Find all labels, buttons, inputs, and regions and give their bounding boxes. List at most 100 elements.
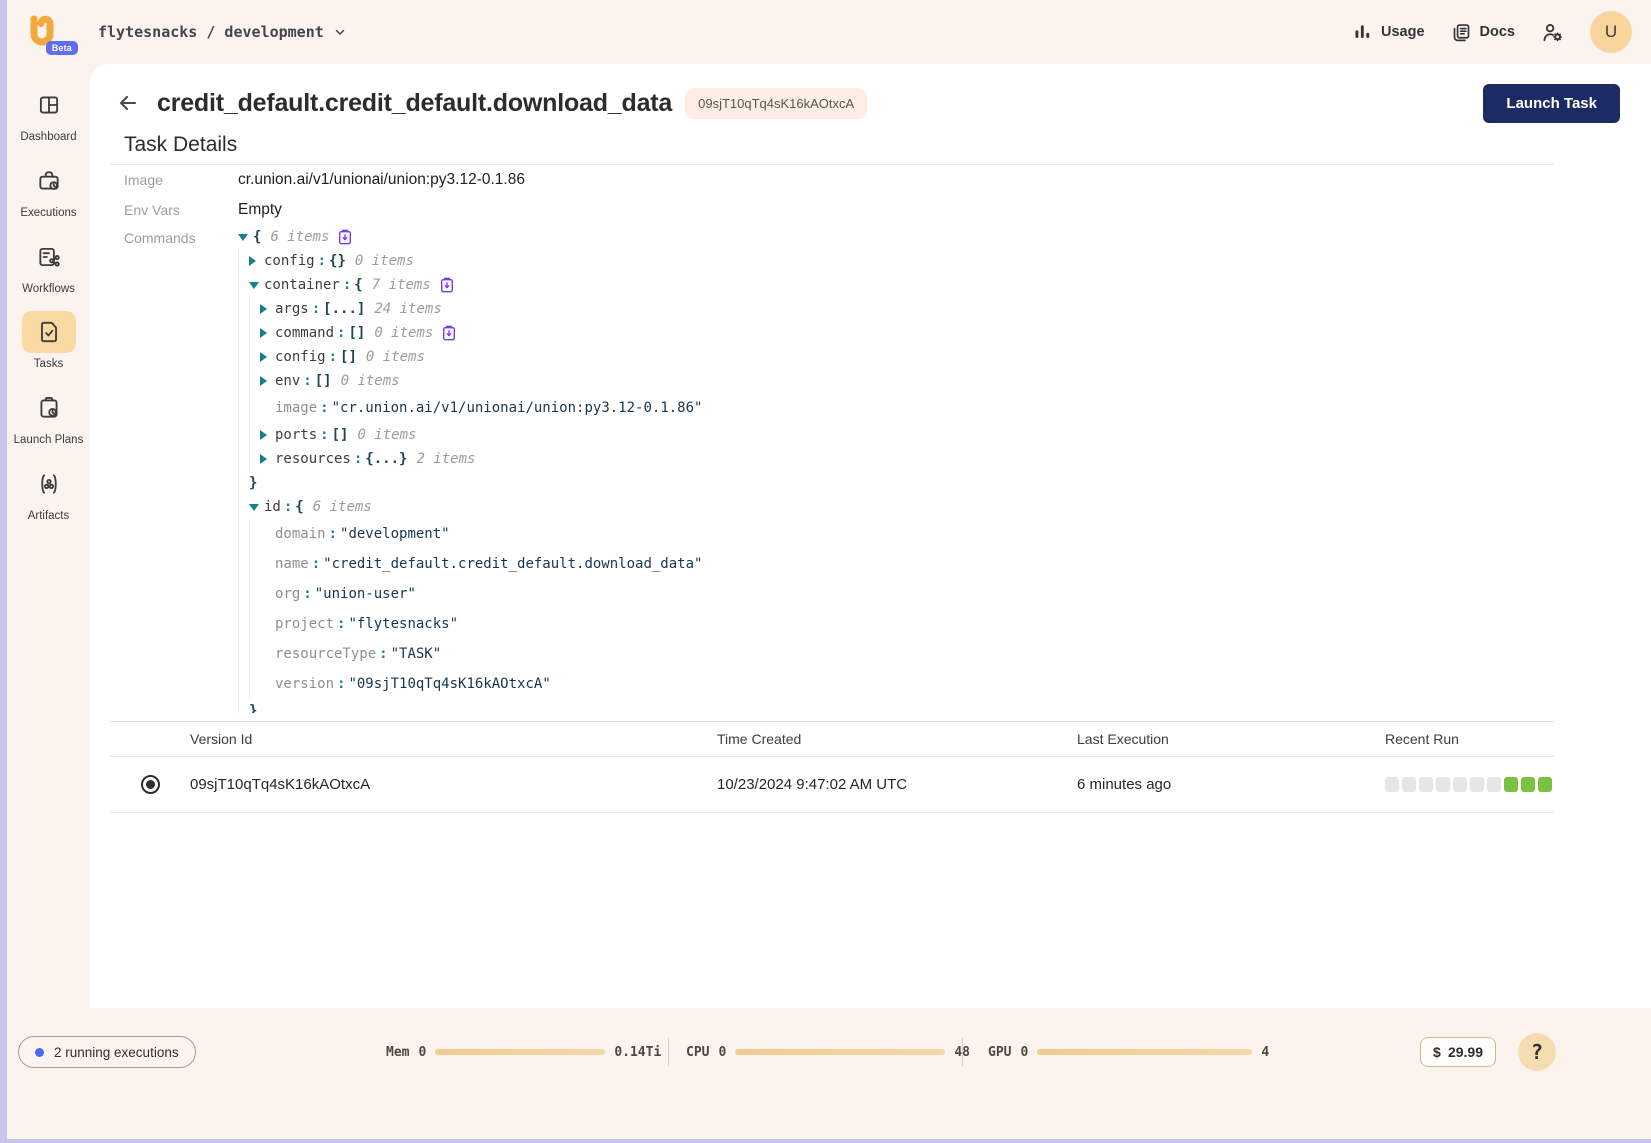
dashboard-icon xyxy=(22,84,76,126)
expand-toggle-icon[interactable] xyxy=(260,430,275,440)
time-created: 10/23/2024 9:47:02 AM UTC xyxy=(717,776,1077,793)
docs-label: Docs xyxy=(1480,24,1515,40)
column-header: Last Execution xyxy=(1077,731,1385,747)
expand-toggle-icon[interactable] xyxy=(249,282,264,289)
usage-button[interactable]: Usage xyxy=(1353,22,1425,42)
json-bracket: { xyxy=(295,499,303,515)
help-button[interactable]: ? xyxy=(1518,1033,1556,1071)
meter-end-value: 0.14Ti xyxy=(614,1045,661,1060)
run-status-square-none[interactable] xyxy=(1385,777,1399,792)
copy-icon[interactable] xyxy=(338,229,352,245)
topbar-actions: Usage Docs U xyxy=(1353,11,1632,53)
meter-bar xyxy=(735,1049,945,1055)
meter-start-value: 0 xyxy=(718,1045,726,1060)
last-execution: 6 minutes ago xyxy=(1077,776,1385,793)
sidebar-item-launch-plans[interactable]: Launch Plans xyxy=(11,387,87,448)
run-status-square-none[interactable] xyxy=(1487,777,1501,792)
run-status-square-none[interactable] xyxy=(1470,777,1484,792)
back-arrow-icon xyxy=(116,91,140,115)
json-item-count: 6 items xyxy=(270,229,329,245)
json-bracket: [] xyxy=(332,427,349,443)
json-colon: : xyxy=(337,616,345,632)
sidebar-item-label: Tasks xyxy=(34,358,63,372)
commands-json-tree: {6 itemsconfig:{}0 itemscontainer:{7 ite… xyxy=(238,225,1554,713)
running-executions-pill[interactable]: 2 running executions xyxy=(18,1036,196,1068)
expand-toggle-icon[interactable] xyxy=(260,352,275,362)
launch-task-button[interactable]: Launch Task xyxy=(1483,84,1620,123)
sidebar-item-label: Executions xyxy=(20,207,76,221)
sidebar-item-artifacts[interactable]: Artifacts xyxy=(11,463,87,524)
column-header: Time Created xyxy=(717,731,1077,747)
table-row[interactable]: 09sjT10qTq4sK16kAOtxcA10/23/2024 9:47:02… xyxy=(110,757,1554,813)
json-colon: : xyxy=(337,676,345,692)
sidebar-item-dashboard[interactable]: Dashboard xyxy=(11,84,87,145)
copy-icon[interactable] xyxy=(440,277,454,293)
run-status-square-success[interactable] xyxy=(1538,777,1552,792)
json-key: id xyxy=(264,499,281,515)
json-colon: : xyxy=(303,586,311,602)
json-value: "flytesnacks" xyxy=(348,616,458,632)
json-tree-row: args:[...]24 items xyxy=(238,297,1554,321)
json-colon: : xyxy=(343,277,351,293)
json-value: "development" xyxy=(340,526,450,542)
json-item-count: 2 items xyxy=(416,451,475,467)
run-status-square-none[interactable] xyxy=(1436,777,1450,792)
project-domain-selector[interactable]: flytesnacks / development xyxy=(98,23,346,41)
run-status-square-success[interactable] xyxy=(1504,777,1518,792)
user-gear-icon xyxy=(1541,21,1564,44)
back-button[interactable] xyxy=(112,87,144,119)
sidebar-item-tasks[interactable]: Tasks xyxy=(11,311,87,372)
main-card: credit_default.credit_default.download_d… xyxy=(90,64,1651,1008)
meter-start-value: 0 xyxy=(418,1045,426,1060)
recent-run-indicator xyxy=(1385,777,1554,792)
mem-meter: Mem 0 0.14Ti xyxy=(386,1036,661,1068)
expand-toggle-icon[interactable] xyxy=(260,376,275,386)
json-tree-row: config:[]0 items xyxy=(238,345,1554,369)
json-colon: : xyxy=(337,325,345,341)
run-status-square-none[interactable] xyxy=(1453,777,1467,792)
json-colon: : xyxy=(312,301,320,317)
json-colon: : xyxy=(312,556,320,572)
run-status-square-none[interactable] xyxy=(1419,777,1433,792)
user-settings-button[interactable] xyxy=(1541,21,1564,44)
expand-toggle-icon[interactable] xyxy=(260,454,275,464)
json-tree-row: domain:"development" xyxy=(238,519,1554,549)
json-key: project xyxy=(275,616,334,632)
expand-toggle-icon[interactable] xyxy=(249,504,264,511)
sidebar-item-executions[interactable]: Executions xyxy=(11,160,87,221)
sidebar: Dashboard Executions Workflows Tasks Launch … xyxy=(0,64,90,1008)
run-status-square-success[interactable] xyxy=(1521,777,1535,792)
docs-button[interactable]: Docs xyxy=(1451,22,1515,43)
breadcrumb: flytesnacks / development xyxy=(98,23,324,41)
json-key: version xyxy=(275,676,334,692)
expand-toggle-icon[interactable] xyxy=(260,328,275,338)
expand-toggle-icon[interactable] xyxy=(249,256,264,266)
sidebar-item-workflows[interactable]: Workflows xyxy=(11,236,87,297)
expand-toggle-icon[interactable] xyxy=(260,304,275,314)
commands-label: Commands xyxy=(110,225,238,246)
meter-label: Mem xyxy=(386,1045,409,1060)
json-colon: : xyxy=(329,526,337,542)
json-colon: : xyxy=(320,400,328,416)
version-radio[interactable] xyxy=(141,775,160,794)
running-dot-icon xyxy=(35,1048,44,1057)
cpu-meter: CPU048 xyxy=(686,1036,970,1068)
json-key: config xyxy=(275,349,326,365)
copy-icon[interactable] xyxy=(442,325,456,341)
json-key: args xyxy=(275,301,309,317)
docs-icon xyxy=(1451,22,1472,43)
commands-row: Commands {6 itemsconfig:{}0 itemscontain… xyxy=(110,225,1554,713)
json-bracket: [] xyxy=(315,373,332,389)
cost-pill[interactable]: $ 29.99 xyxy=(1420,1037,1496,1067)
run-status-square-none[interactable] xyxy=(1402,777,1416,792)
column-header: Recent Run xyxy=(1385,731,1554,747)
union-logo[interactable]: Beta xyxy=(24,9,68,55)
avatar[interactable]: U xyxy=(1590,11,1632,53)
json-close-brace: } xyxy=(249,475,257,491)
json-colon: : xyxy=(320,427,328,443)
json-key: org xyxy=(275,586,300,602)
meter-start-value: 0 xyxy=(1020,1045,1028,1060)
workflows-icon xyxy=(22,236,76,278)
json-bracket: [...] xyxy=(323,301,365,317)
expand-toggle-icon[interactable] xyxy=(238,234,253,241)
